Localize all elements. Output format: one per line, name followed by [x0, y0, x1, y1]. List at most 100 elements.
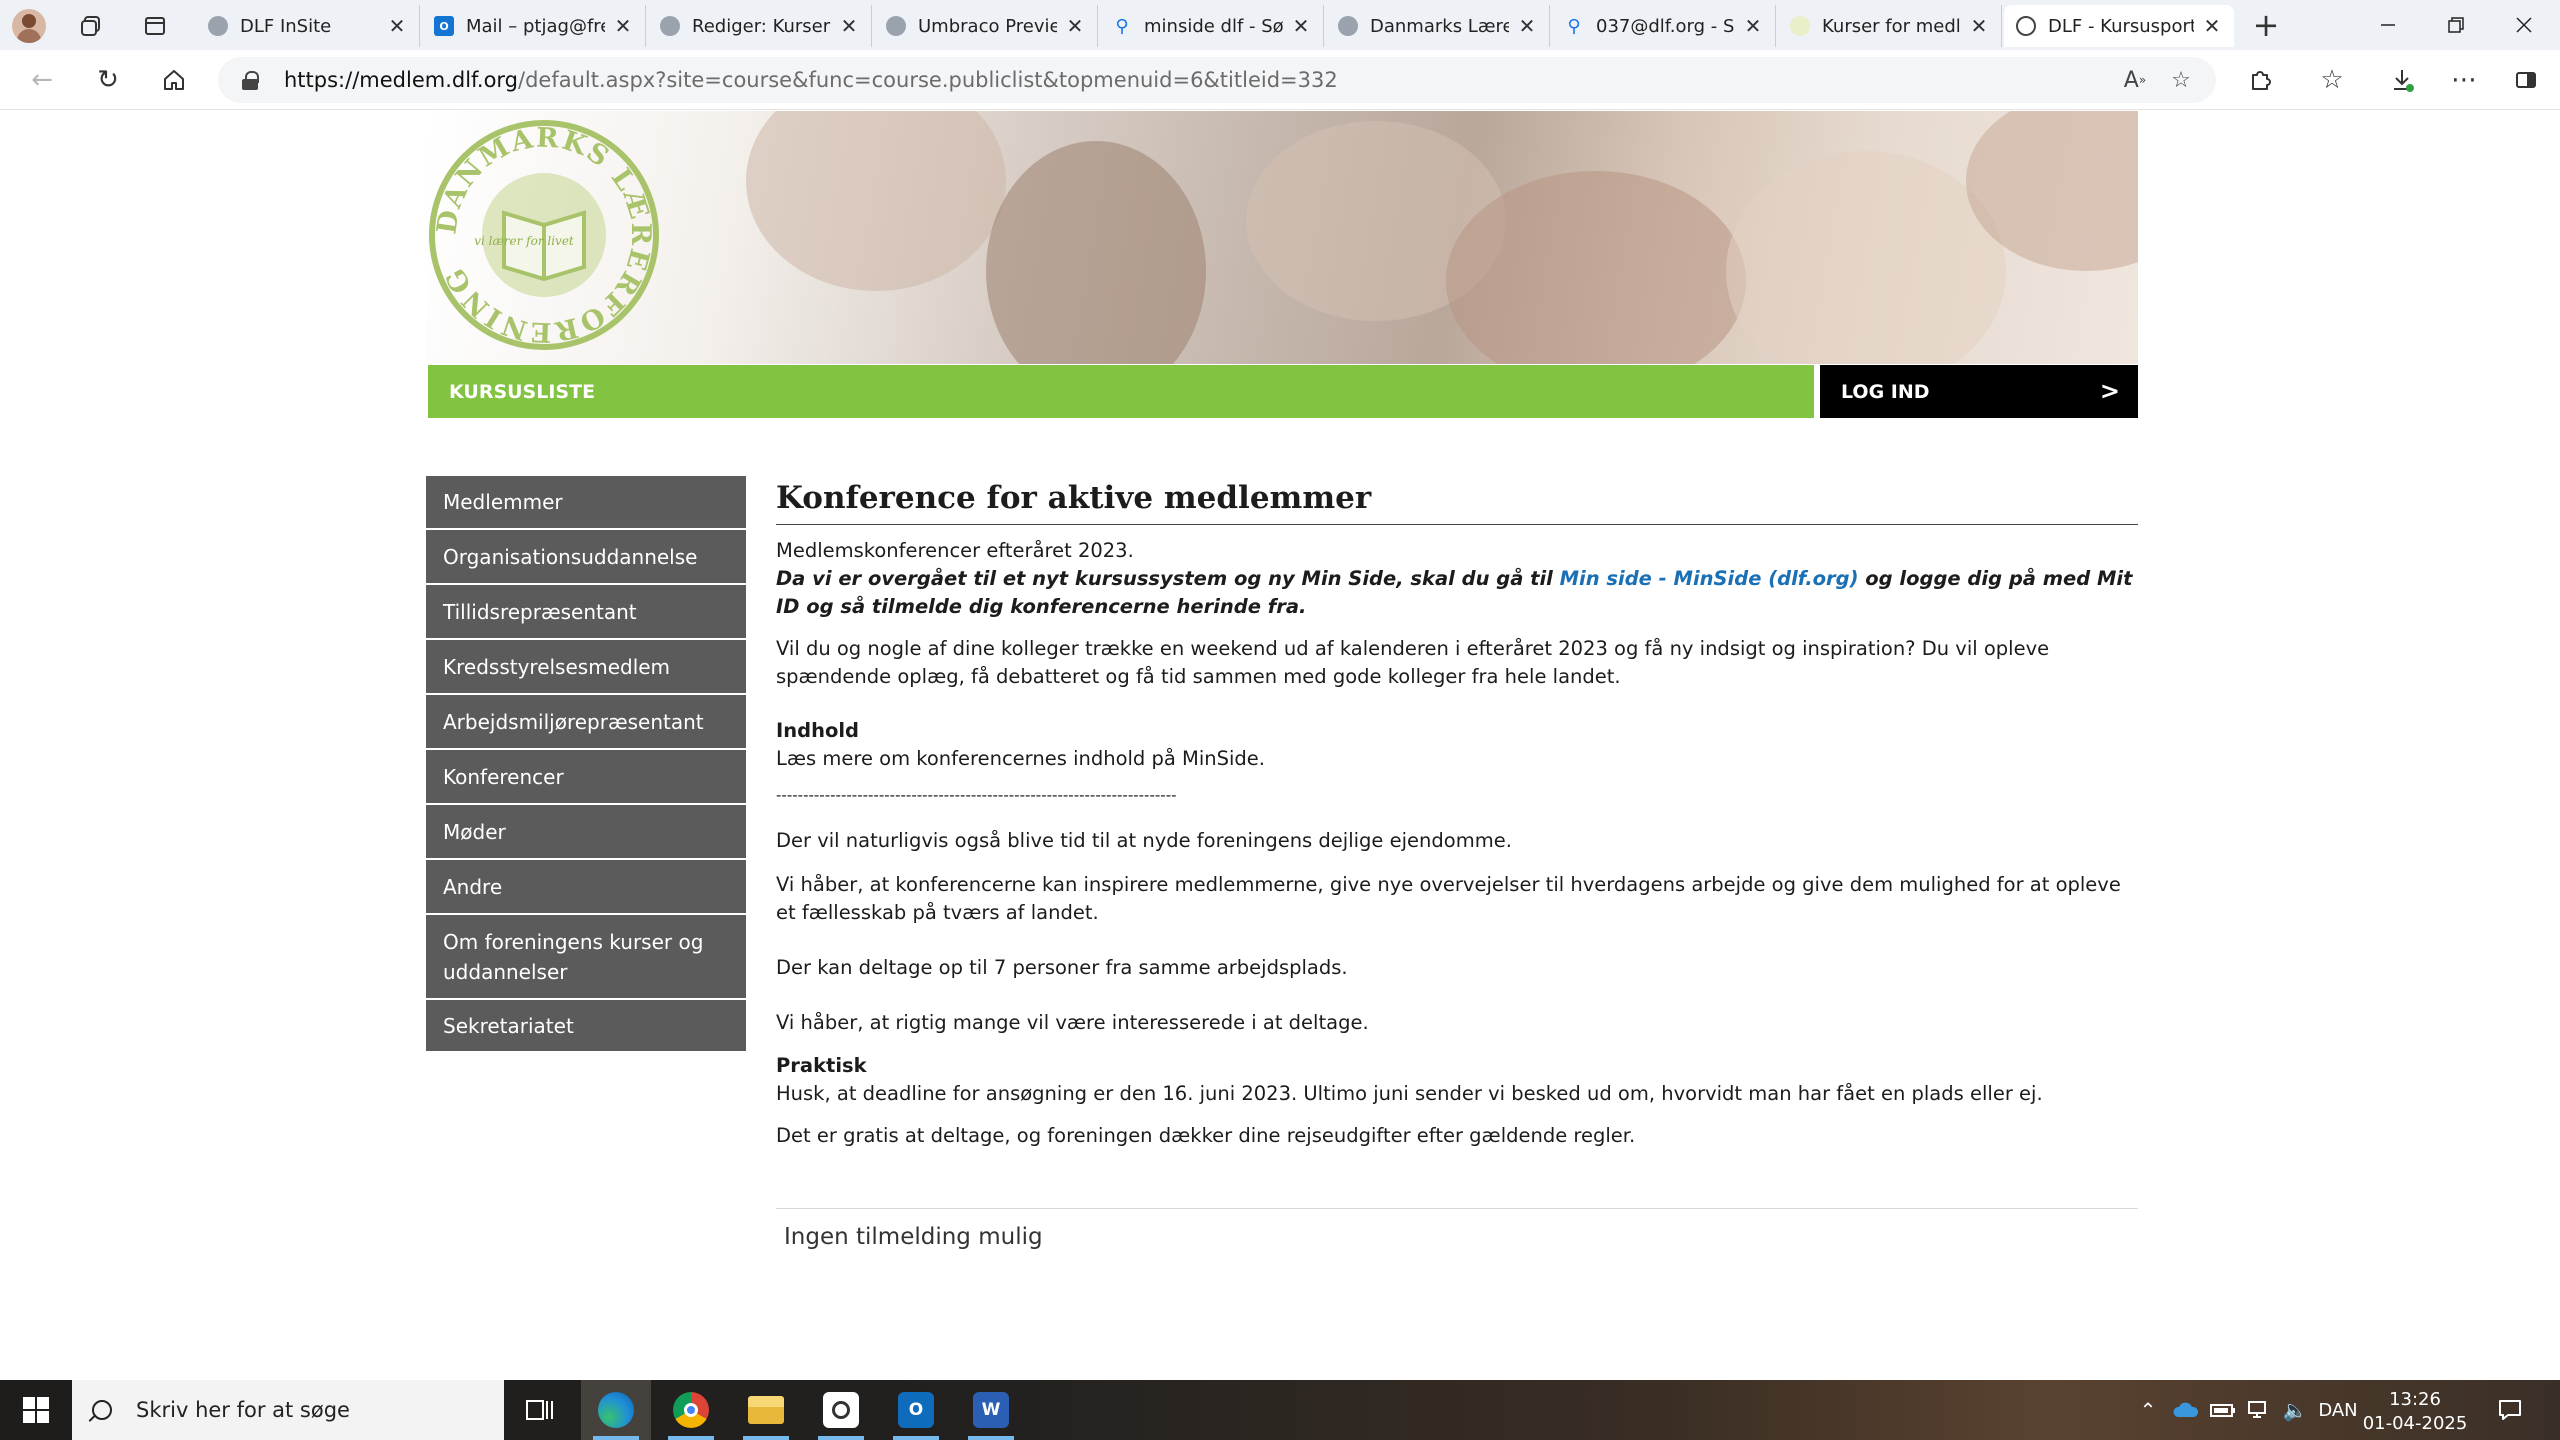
- kursusliste-bar[interactable]: KURSUSLISTE: [428, 365, 1814, 418]
- back-button[interactable]: ←: [24, 62, 60, 98]
- show-hidden-icons-chevron-icon[interactable]: ⌃: [2134, 1380, 2162, 1440]
- start-button[interactable]: [0, 1380, 72, 1440]
- close-icon[interactable]: ✕: [1291, 14, 1311, 38]
- extensions-icon[interactable]: [2242, 62, 2278, 98]
- sidebar-item-andre[interactable]: Andre: [426, 860, 746, 915]
- site-favicon-icon: [660, 16, 680, 36]
- close-icon[interactable]: ✕: [1969, 14, 1989, 38]
- paragraph-ejendomme: Der vil naturligvis også blive tid til a…: [776, 829, 1512, 852]
- sidebar-item-konferencer[interactable]: Konferencer: [426, 750, 746, 805]
- tab-title: DLF - Kursusport: [2048, 15, 2194, 37]
- volume-icon[interactable]: 🔈: [2278, 1380, 2312, 1440]
- no-signup-status: Ingen tilmelding mulig: [784, 1224, 1043, 1250]
- windows-taskbar: Skriv her for at søge O W ⌃ 🔈 DAN 13:26 …: [0, 1380, 2560, 1440]
- clock-time: 13:26: [2389, 1389, 2441, 1410]
- login-button[interactable]: LOG IND >: [1820, 365, 2138, 418]
- refresh-button[interactable]: ↻: [90, 62, 126, 98]
- restore-button[interactable]: [2428, 6, 2484, 44]
- favorite-star-icon[interactable]: ☆: [2166, 65, 2196, 95]
- tab-dlf-insite[interactable]: DLF InSite ✕: [196, 5, 420, 47]
- sidebar-item-arbejdsmiljoerepraesentant[interactable]: Arbejdsmiljørepræsentant: [426, 695, 746, 750]
- minside-link[interactable]: Min side - MinSide (dlf.org): [1560, 567, 1859, 590]
- dlf-logo[interactable]: DANMARKS LÆRERFORENING vi lærer for live…: [426, 117, 662, 353]
- main-content: Konference for aktive medlemmer Medlemsk…: [776, 476, 2138, 1251]
- task-view-icon: [526, 1400, 553, 1420]
- outlook-taskbar-app[interactable]: O: [881, 1380, 951, 1440]
- chrome-taskbar-app[interactable]: [656, 1380, 726, 1440]
- tab-danmarks-laererforening[interactable]: Danmarks Lærerf ✕: [1326, 5, 1550, 47]
- tab-mail[interactable]: O Mail – ptjag@fre ✕: [422, 5, 646, 47]
- read-aloud-icon[interactable]: A»: [2120, 65, 2150, 95]
- taskbar-search[interactable]: Skriv her for at søge: [72, 1380, 504, 1440]
- sidebar-item-om-kurser[interactable]: Om foreningens kurser og uddannelser: [426, 915, 746, 1000]
- close-icon[interactable]: ✕: [387, 14, 407, 38]
- tab-minside-search[interactable]: ⚲ minside dlf - Søg ✕: [1100, 5, 1324, 47]
- word-taskbar-app[interactable]: W: [956, 1380, 1026, 1440]
- tab-037-search[interactable]: ⚲ 037@dlf.org - Se ✕: [1552, 5, 1776, 47]
- intro-text: Medlemskonferencer efteråret 2023.: [776, 539, 1134, 562]
- indhold-text: Læs mere om konferencernes indhold på Mi…: [776, 747, 1266, 770]
- paragraph-gratis: Det er gratis at deltage, og foreningen …: [776, 1124, 1636, 1147]
- sidebar-item-label: Kredsstyrelsesmedlem: [443, 654, 671, 679]
- close-icon[interactable]: ✕: [839, 14, 859, 38]
- site-favicon-icon: [886, 16, 906, 36]
- lock-icon[interactable]: [242, 71, 259, 90]
- home-button[interactable]: [156, 62, 192, 98]
- close-icon[interactable]: ✕: [2202, 14, 2222, 38]
- close-icon[interactable]: ✕: [1065, 14, 1085, 38]
- svg-text:vi lærer for livet: vi lærer for livet: [474, 234, 574, 248]
- edge-taskbar-app[interactable]: [581, 1380, 651, 1440]
- edge-icon: [598, 1392, 634, 1428]
- tab-kurser-for-medlemmer[interactable]: Kurser for medler ✕: [1778, 5, 2002, 47]
- close-window-button[interactable]: [2496, 6, 2552, 44]
- onedrive-icon[interactable]: [2168, 1380, 2204, 1440]
- sidebar-item-medlemmer[interactable]: Medlemmer: [426, 476, 746, 530]
- more-options-icon[interactable]: ⋯: [2446, 62, 2482, 98]
- url-text[interactable]: https://medlem.dlf.org/default.aspx?site…: [284, 68, 1338, 92]
- close-icon[interactable]: ✕: [1743, 14, 1763, 38]
- url-path: /default.aspx?site=course&func=course.pu…: [518, 68, 1338, 92]
- task-view-button[interactable]: [505, 1380, 575, 1440]
- workspaces-icon[interactable]: [74, 9, 108, 43]
- sidebar-item-tillidsrepraesentant[interactable]: Tillidsrepræsentant: [426, 585, 746, 640]
- sidebar-item-label: Tillidsrepræsentant: [443, 599, 637, 624]
- tab-umbraco-preview[interactable]: Umbraco Previev ✕: [874, 5, 1098, 47]
- explorer-taskbar-app[interactable]: [731, 1380, 801, 1440]
- battery-icon[interactable]: [2206, 1380, 2240, 1440]
- minimize-button[interactable]: [2360, 6, 2416, 44]
- tab-title: Mail – ptjag@fre: [466, 15, 605, 37]
- close-icon[interactable]: ✕: [1517, 14, 1537, 38]
- vertical-tabs-icon[interactable]: [138, 9, 172, 43]
- profile-avatar[interactable]: [12, 9, 46, 43]
- sidebar-item-label: Arbejdsmiljørepræsentant: [443, 709, 704, 734]
- sidebar-item-kredsstyrelsesmedlem[interactable]: Kredsstyrelsesmedlem: [426, 640, 746, 695]
- tab-dlf-kursusportal[interactable]: DLF - Kursusport ✕: [2004, 5, 2234, 47]
- kursusliste-link[interactable]: KURSUSLISTE: [449, 381, 595, 403]
- sidebar-item-label: Organisationsuddannelse: [443, 544, 698, 569]
- close-icon[interactable]: ✕: [613, 14, 633, 38]
- app-taskbar-app[interactable]: [806, 1380, 876, 1440]
- folder-icon: [748, 1396, 784, 1424]
- sidebar-item-organisationsuddannelse[interactable]: Organisationsuddannelse: [426, 530, 746, 585]
- tab-rediger-kurser[interactable]: Rediger: Kurser fo ✕: [648, 5, 872, 47]
- network-icon[interactable]: [2242, 1380, 2276, 1440]
- page-title: Konference for aktive medlemmer: [776, 478, 2138, 525]
- input-language[interactable]: DAN: [2314, 1380, 2362, 1440]
- chrome-icon: [673, 1392, 709, 1428]
- favorites-icon[interactable]: ☆: [2314, 62, 2350, 98]
- system-clock[interactable]: 13:26 01-04-2025: [2360, 1388, 2470, 1436]
- notifications-icon[interactable]: [2490, 1380, 2530, 1440]
- new-tab-button[interactable]: +: [2248, 8, 2284, 44]
- search-placeholder: Skriv her for at søge: [136, 1398, 350, 1422]
- paragraph-inspiration: Vi håber, at konferencerne kan inspirere…: [776, 873, 2121, 924]
- language-label: DAN: [2318, 1399, 2358, 1421]
- praktisk-text: Husk, at deadline for ansøgning er den 1…: [776, 1082, 2043, 1105]
- divider: [776, 1208, 2138, 1209]
- sidebar-item-sekretariatet[interactable]: Sekretariatet: [426, 1000, 746, 1053]
- sidebar-item-moeder[interactable]: Møder: [426, 805, 746, 860]
- downloads-icon[interactable]: [2384, 62, 2420, 98]
- windows-logo-icon: [23, 1397, 49, 1423]
- sidebar-item-label: Andre: [443, 874, 503, 899]
- address-bar[interactable]: https://medlem.dlf.org/default.aspx?site…: [218, 57, 2216, 103]
- sidebar-toggle-icon[interactable]: [2508, 62, 2544, 98]
